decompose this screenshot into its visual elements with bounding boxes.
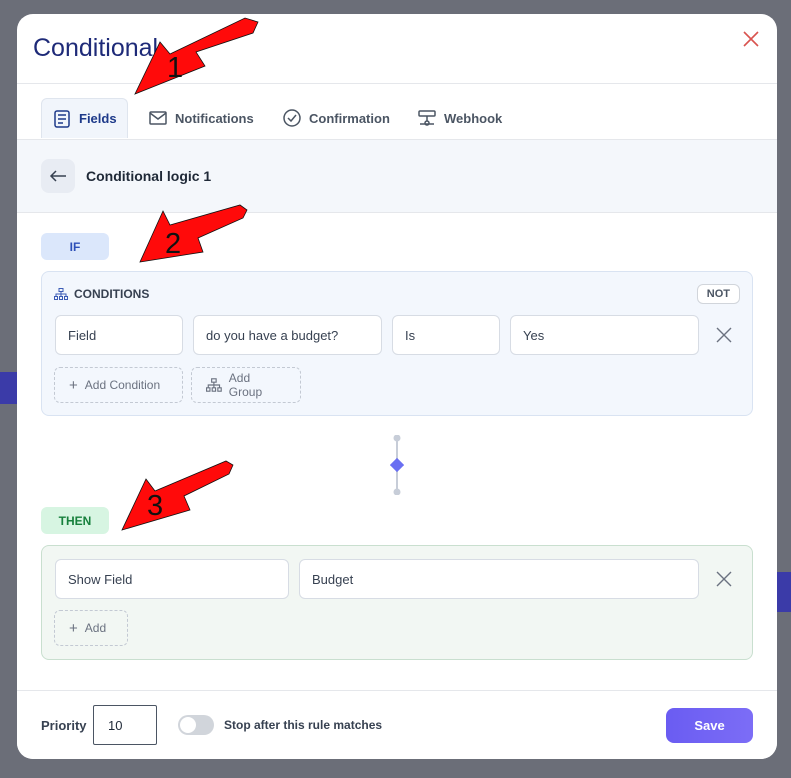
priority-label: Priority [41,718,87,733]
condition-field-select[interactable]: do you have a budget? [193,315,382,355]
then-badge: THEN [41,507,109,534]
envelope-icon [149,111,167,125]
modal-footer: Priority 10 Stop after this rule matches… [17,690,777,759]
modal-header: Conditional [17,14,777,84]
conditions-label: CONDITIONS [74,287,150,301]
add-group-label: Add Group [228,371,263,399]
check-circle-icon [283,109,301,127]
add-group-button[interactable]: Add Group [191,367,301,403]
toggle-knob [180,717,196,733]
priority-input[interactable]: 10 [93,705,157,745]
tab-confirmation[interactable]: Confirmation [272,98,400,138]
tab-label: Webhook [444,110,503,126]
remove-condition-icon[interactable] [714,325,734,345]
hierarchy-icon [206,378,222,392]
action-type-select[interactable]: Show Field [55,559,289,599]
conditions-header: CONDITIONS [54,287,149,301]
condition-value-input[interactable]: Yes [510,315,699,355]
stop-after-match-toggle[interactable] [178,715,214,735]
add-condition-button[interactable]: + Add Condition [54,367,183,403]
action-target-select[interactable]: Budget [299,559,699,599]
background-panel-edge [775,572,791,612]
hierarchy-icon [54,288,68,300]
condition-operator-select[interactable]: Is [392,315,500,355]
rule-title: Conditional logic 1 [86,168,212,184]
actions-group: Show Field Budget + Add [41,545,753,660]
add-action-label: Add [84,621,107,635]
not-toggle-button[interactable]: NOT [696,284,740,304]
plus-icon: + [69,619,78,637]
save-button[interactable]: Save [666,708,753,743]
remove-action-icon[interactable] [714,569,734,589]
conditional-logic-modal: Conditional Fields Notifications Confirm… [17,14,777,759]
stop-after-match-label: Stop after this rule matches [224,718,383,732]
tab-label: Fields [79,111,117,126]
background-panel-edge [0,372,18,404]
modal-title: Conditional [33,34,159,62]
add-action-button[interactable]: + Add [54,610,128,646]
rule-editor: IF CONDITIONS NOT Field do you have a bu… [17,213,777,690]
rule-header: Conditional logic 1 [17,140,777,213]
add-condition-label: Add Condition [84,378,161,392]
tab-label: Notifications [175,110,254,126]
condition-subject-select[interactable]: Field [55,315,183,355]
tab-fields[interactable]: Fields [41,98,128,138]
arrow-left-icon [49,170,66,182]
plus-icon: + [69,376,78,394]
webhook-icon [418,110,436,126]
tab-label: Confirmation [309,110,390,126]
close-icon[interactable] [741,30,761,50]
back-button[interactable] [41,159,75,193]
tab-bar: Fields Notifications Confirmation Webhoo… [17,84,777,140]
conditions-group: CONDITIONS NOT Field do you have a budge… [41,271,753,416]
form-icon [54,109,70,128]
tab-notifications[interactable]: Notifications [138,98,264,138]
tab-webhook[interactable]: Webhook [407,98,512,138]
if-badge: IF [41,233,109,260]
flow-connector [390,435,404,495]
